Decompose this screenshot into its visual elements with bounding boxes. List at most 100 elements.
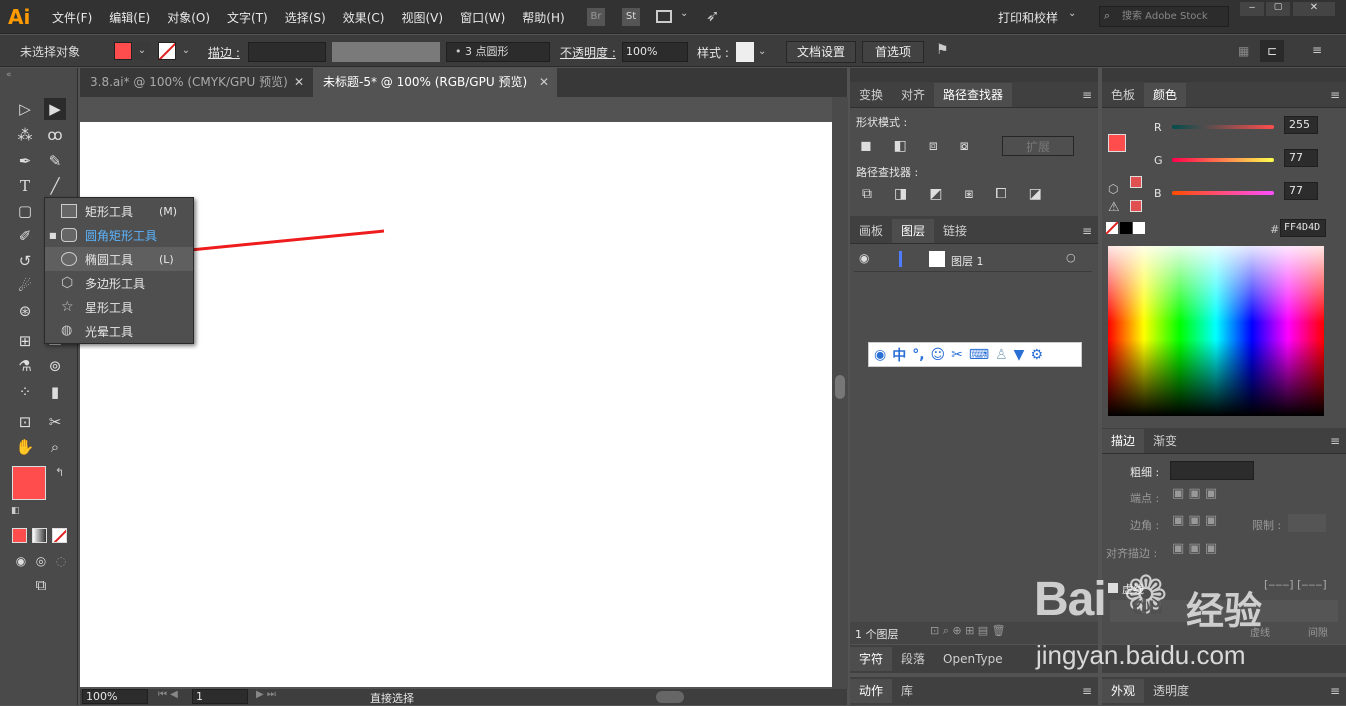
rotate-icon[interactable]: ↺ <box>14 250 36 272</box>
warp-icon[interactable]: ☄ <box>14 275 36 297</box>
workspace-chevron-icon[interactable]: ⌄ <box>1068 8 1076 19</box>
style-dropdown-icon[interactable]: ⌄ <box>758 42 772 62</box>
stroke-swatch[interactable] <box>158 42 176 60</box>
pin-icon[interactable]: ⚑ <box>936 42 949 58</box>
opacity-input[interactable]: 100% <box>622 42 688 62</box>
swap-colors-icon[interactable]: ↰ <box>55 466 64 479</box>
opacity-label[interactable]: 不透明度 : <box>560 44 616 61</box>
type-tool-icon[interactable]: T <box>14 175 36 197</box>
gradient-mode-icon[interactable] <box>32 528 47 543</box>
direct-selection-tool-icon[interactable]: ▶ <box>44 98 66 120</box>
color-mode-icon[interactable] <box>12 528 27 543</box>
b-input[interactable]: 77 <box>1284 182 1318 200</box>
tab-pathfinder[interactable]: 路径查找器 <box>934 83 1013 107</box>
none-mode-icon[interactable] <box>52 528 67 543</box>
menu-help[interactable]: 帮助(H) <box>522 9 564 26</box>
panel-menu-icon[interactable]: ≡ <box>1330 429 1346 453</box>
mesh-icon[interactable]: ⊞ <box>14 330 36 352</box>
menu-view[interactable]: 视图(V) <box>401 9 443 26</box>
variable-width-profile[interactable] <box>332 42 440 62</box>
line-tool-icon[interactable]: ╱ <box>44 175 66 197</box>
lasso-icon[interactable]: ꝏ <box>44 124 66 146</box>
target-icon[interactable]: ○ <box>1066 251 1076 264</box>
layer-row[interactable]: ◉ 图层 1 ○ <box>854 248 1092 272</box>
black-swatch[interactable] <box>1120 222 1132 234</box>
minus-front-icon[interactable]: ◧ <box>894 138 907 154</box>
stroke-weight-field[interactable] <box>1170 461 1254 480</box>
minus-back-icon[interactable]: ◪ <box>1029 186 1042 202</box>
flyout-polygon-tool[interactable]: ⬡ 多边形工具 <box>45 271 193 295</box>
r-slider[interactable] <box>1172 125 1274 129</box>
close-icon[interactable]: ✕ <box>539 68 549 97</box>
rocket-icon[interactable]: ➶ <box>706 6 719 25</box>
hand-icon[interactable]: ✋ <box>14 436 36 458</box>
tab-layers[interactable]: 图层 <box>892 219 935 243</box>
fill-dropdown-icon[interactable]: ⌄ <box>134 42 150 60</box>
column-graph-icon[interactable]: ▮ <box>44 381 66 403</box>
fill-color-box[interactable] <box>12 466 46 500</box>
tab-library[interactable]: 库 <box>892 679 922 703</box>
stock-button[interactable]: St <box>622 8 640 26</box>
tab-document-2[interactable]: 未标题-5* @ 100% (RGB/GPU 预览) ✕ <box>313 68 557 97</box>
close-window-button[interactable]: ✕ <box>1293 2 1335 16</box>
g-input[interactable]: 77 <box>1284 149 1318 167</box>
artboard-tool-icon[interactable]: ⊡ <box>14 411 36 433</box>
none-swatch[interactable] <box>1106 222 1118 234</box>
panel-menu-icon[interactable]: ≡ <box>1330 684 1346 698</box>
magic-wand-icon[interactable]: ⁂ <box>14 124 36 146</box>
shirt-icon[interactable]: ▼ <box>1014 347 1025 363</box>
default-colors-icon[interactable]: ◧ <box>11 506 20 516</box>
draw-normal-icon[interactable]: ◉ <box>10 550 32 572</box>
menu-window[interactable]: 窗口(W) <box>460 9 505 26</box>
trim-icon[interactable]: ◨ <box>894 186 907 202</box>
screen-mode-icon[interactable]: ⧉ <box>30 574 52 596</box>
tab-align[interactable]: 对齐 <box>892 83 934 107</box>
panel-menu-icon[interactable]: ≡ <box>1082 684 1098 698</box>
stroke-label[interactable]: 描边 : <box>208 44 240 61</box>
menu-file[interactable]: 文件(F) <box>52 9 92 26</box>
tab-stroke[interactable]: 描边 <box>1102 429 1145 453</box>
horizontal-scroll-thumb[interactable] <box>656 691 684 703</box>
color-panel-fill[interactable] <box>1108 134 1126 152</box>
dash-gap-fields[interactable] <box>1110 600 1338 622</box>
align-stroke-buttons[interactable]: ▣ ▣ ▣ <box>1172 541 1217 556</box>
merge-icon[interactable]: ◩ <box>929 186 942 202</box>
arrange-documents-icon[interactable] <box>656 10 672 23</box>
gamut-swatch[interactable] <box>1130 176 1142 188</box>
dashed-line-checkbox[interactable]: 虚线 <box>1108 581 1144 597</box>
stroke-weight-input[interactable] <box>248 42 326 62</box>
flyout-rounded-rectangle-tool[interactable]: ■ 圆角矩形工具 <box>45 223 193 247</box>
scroll-thumb[interactable] <box>835 375 845 399</box>
artboard-number-input[interactable]: 1 <box>192 689 248 704</box>
chevron-down-icon[interactable]: ⌄ <box>680 8 688 19</box>
first-artboard-icon[interactable]: ⏮ ◀ <box>158 689 178 700</box>
tab-links[interactable]: 链接 <box>934 219 976 243</box>
rectangle-tool-icon[interactable]: ▢ <box>14 200 36 222</box>
menu-effect[interactable]: 效果(C) <box>343 9 385 26</box>
panel-menu-icon[interactable]: ≡ <box>1082 219 1098 243</box>
slice-icon[interactable]: ✂ <box>44 411 66 433</box>
cap-buttons[interactable]: ▣ ▣ ▣ <box>1172 486 1217 501</box>
close-icon[interactable]: ✕ <box>294 68 304 97</box>
tab-gradient[interactable]: 渐变 <box>1144 429 1186 453</box>
zoom-icon[interactable]: ⌕ <box>44 436 66 458</box>
scissors-icon[interactable]: ✂ <box>951 347 963 363</box>
symbol-sprayer-icon[interactable]: ⁘ <box>14 381 36 403</box>
flyout-rectangle-tool[interactable]: 矩形工具 (M) <box>45 199 193 223</box>
eye-icon[interactable]: ◉ <box>859 251 869 265</box>
tab-transparency[interactable]: 透明度 <box>1144 679 1198 703</box>
next-artboard-icon[interactable]: ▶ ⏭ <box>256 689 276 700</box>
tab-document-1[interactable]: 3.8.ai* @ 100% (CMYK/GPU 预览) ✕ <box>80 68 312 97</box>
r-input[interactable]: 255 <box>1284 116 1318 134</box>
minimize-button[interactable]: ‒ <box>1240 2 1264 16</box>
crop-icon[interactable]: ⧆ <box>964 186 973 202</box>
flyout-flare-tool[interactable]: ◍ 光晕工具 <box>45 319 193 343</box>
menu-edit[interactable]: 编辑(E) <box>109 9 150 26</box>
tab-transform[interactable]: 变换 <box>850 83 892 107</box>
draw-inside-icon[interactable]: ◌ <box>50 550 72 572</box>
stock-search-input[interactable]: 搜索 Adobe Stock <box>1099 6 1229 27</box>
fill-swatch[interactable] <box>114 42 132 60</box>
tab-opentype[interactable]: OpenType <box>934 647 1012 671</box>
gear-icon[interactable]: ⚙ <box>1030 347 1043 363</box>
pen-icon[interactable]: ✒ <box>14 150 36 172</box>
